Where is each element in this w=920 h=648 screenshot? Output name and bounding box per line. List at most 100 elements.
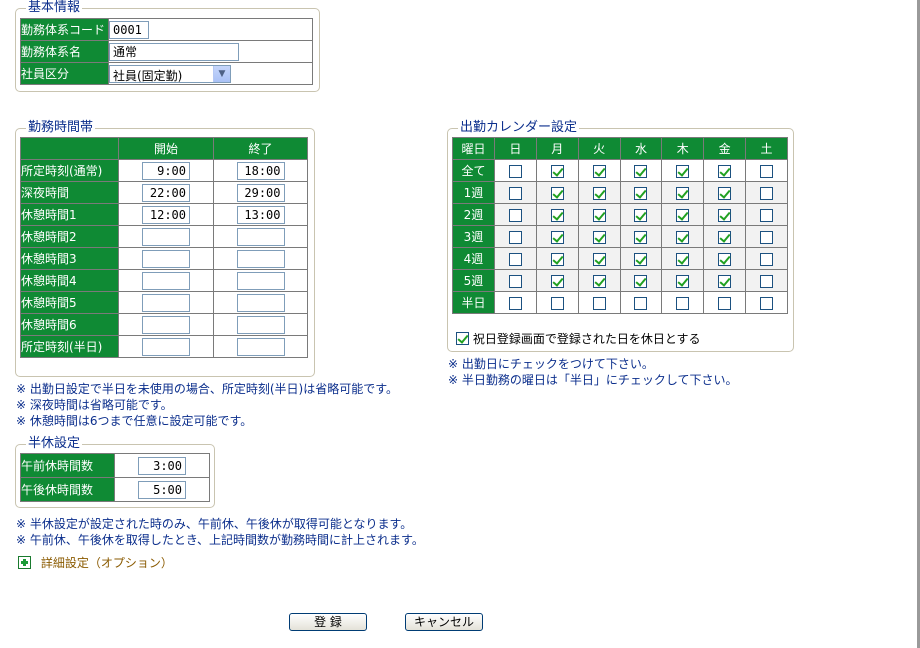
day-checkbox[interactable] [718, 164, 732, 178]
halfday-fieldset: 半休設定 午前休時間数 午後休時間数 [15, 436, 215, 508]
day-checkbox[interactable] [718, 252, 732, 266]
day-checkbox[interactable] [550, 186, 564, 200]
day-cell [703, 247, 747, 270]
day-checkbox[interactable] [760, 230, 774, 244]
day-checkbox[interactable] [676, 186, 690, 200]
employee-type-select[interactable]: 社員(固定勤) ▼ [109, 64, 231, 83]
day-checkbox[interactable] [718, 208, 732, 222]
start-time-input[interactable] [142, 227, 190, 246]
day-cell [577, 247, 621, 270]
cancel-button[interactable]: キャンセル [405, 613, 483, 631]
day-checkbox[interactable] [550, 208, 564, 222]
end-time-input[interactable] [236, 249, 285, 268]
name-input[interactable] [109, 42, 239, 61]
day-checkbox[interactable] [508, 186, 522, 200]
day-checkbox[interactable] [634, 296, 648, 310]
start-time-input[interactable] [142, 337, 190, 356]
row-label: 休憩時間5 [20, 291, 119, 314]
day-cell [494, 247, 537, 270]
day-checkbox[interactable] [592, 252, 606, 266]
start-time-input[interactable] [142, 161, 190, 180]
table-row: 半日 [452, 291, 788, 314]
row-label: 休憩時間3 [20, 247, 119, 270]
afternoon-off-label: 午後休時間数 [20, 477, 115, 502]
day-checkbox[interactable] [592, 164, 606, 178]
table-row: 4週 [452, 247, 788, 270]
end-time-input[interactable] [236, 205, 285, 224]
row-label: 休憩時間4 [20, 269, 119, 292]
day-checkbox[interactable] [718, 296, 732, 310]
day-checkbox[interactable] [550, 274, 564, 288]
day-checkbox[interactable] [550, 230, 564, 244]
start-time-input[interactable] [142, 271, 190, 290]
day-checkbox[interactable] [508, 164, 522, 178]
end-time-input[interactable] [236, 271, 285, 290]
day-checkbox[interactable] [592, 296, 606, 310]
start-time-input[interactable] [142, 205, 190, 224]
day-checkbox[interactable] [634, 252, 648, 266]
day-checkbox[interactable] [760, 164, 774, 178]
day-checkbox[interactable] [634, 164, 648, 178]
day-checkbox[interactable] [676, 296, 690, 310]
day-checkbox[interactable] [592, 274, 606, 288]
day-checkbox[interactable] [592, 186, 606, 200]
day-checkbox[interactable] [718, 186, 732, 200]
day-checkbox[interactable] [634, 230, 648, 244]
table-row: 休憩時間2 [20, 225, 308, 248]
day-checkbox[interactable] [592, 230, 606, 244]
day-checkbox[interactable] [508, 252, 522, 266]
end-time-input[interactable] [236, 337, 285, 356]
end-time-input[interactable] [236, 315, 285, 334]
detail-settings-link[interactable]: 詳細設定（オプション） [41, 556, 173, 570]
day-checkbox[interactable] [508, 274, 522, 288]
day-checkbox[interactable] [634, 208, 648, 222]
holiday-checkbox[interactable] [456, 332, 469, 345]
day-header: 金 [703, 137, 747, 160]
day-checkbox[interactable] [760, 274, 774, 288]
day-checkbox[interactable] [676, 208, 690, 222]
day-checkbox[interactable] [760, 252, 774, 266]
code-input[interactable] [109, 20, 149, 39]
start-time-input[interactable] [142, 293, 190, 312]
day-checkbox[interactable] [508, 208, 522, 222]
afternoon-off-input[interactable] [138, 480, 186, 499]
day-cell [577, 159, 621, 182]
row-label: 深夜時間 [20, 181, 119, 204]
day-checkbox[interactable] [550, 252, 564, 266]
start-time-input[interactable] [142, 249, 190, 268]
day-checkbox[interactable] [634, 274, 648, 288]
day-checkbox[interactable] [718, 230, 732, 244]
end-time-input[interactable] [236, 227, 285, 246]
day-checkbox[interactable] [760, 186, 774, 200]
day-checkbox[interactable] [760, 208, 774, 222]
register-button[interactable]: 登 録 [289, 613, 367, 631]
halfday-note-1: ※ 半休設定が設定された時のみ、午前休、午後休が取得可能となります。 [16, 517, 413, 531]
table-row: 休憩時間6 [20, 313, 308, 336]
chevron-down-icon[interactable]: ▼ [213, 65, 230, 82]
day-checkbox[interactable] [508, 296, 522, 310]
calendar-note-2: ※ 半日勤務の曜日は「半日」にチェックして下さい。 [448, 373, 738, 387]
end-time-input[interactable] [236, 293, 285, 312]
day-checkbox[interactable] [508, 230, 522, 244]
day-checkbox[interactable] [550, 164, 564, 178]
day-checkbox[interactable] [550, 296, 564, 310]
day-checkbox[interactable] [676, 252, 690, 266]
day-checkbox[interactable] [592, 208, 606, 222]
morning-off-input[interactable] [138, 456, 186, 475]
day-checkbox[interactable] [760, 296, 774, 310]
end-time-input[interactable] [236, 161, 285, 180]
plus-square-icon[interactable] [18, 556, 31, 569]
end-time-input[interactable] [236, 183, 285, 202]
day-checkbox[interactable] [676, 274, 690, 288]
day-checkbox[interactable] [676, 230, 690, 244]
work-time-fieldset: 勤務時間帯 開始 終了 所定時刻(通常) 深夜時間 休憩時間1 休憩時間2 休憩… [15, 120, 315, 377]
start-time-input[interactable] [142, 183, 190, 202]
start-time-input[interactable] [142, 315, 190, 334]
day-checkbox[interactable] [676, 164, 690, 178]
holiday-option[interactable]: 祝日登録画面で登録された日を休日とする [456, 330, 700, 347]
day-checkbox[interactable] [718, 274, 732, 288]
day-checkbox[interactable] [634, 186, 648, 200]
day-cell [577, 269, 621, 292]
detail-settings-toggle[interactable]: 詳細設定（オプション） [18, 554, 173, 570]
table-row: 休憩時間5 [20, 291, 308, 314]
